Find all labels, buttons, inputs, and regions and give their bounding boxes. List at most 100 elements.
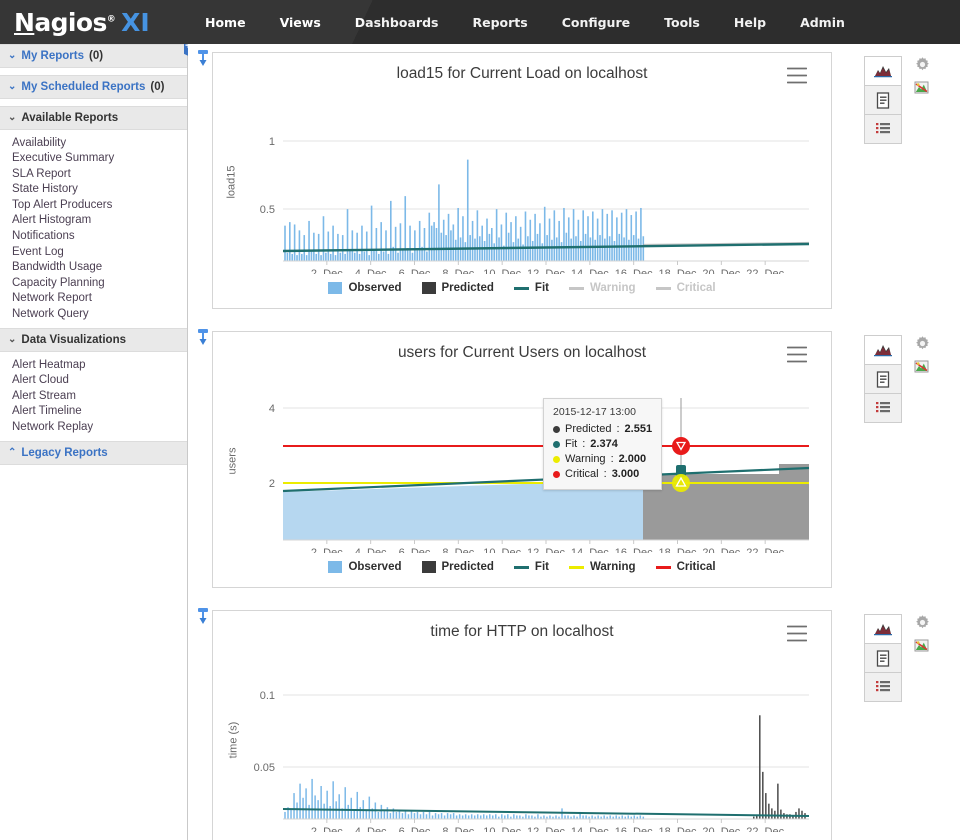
- settings-button[interactable]: [914, 614, 932, 632]
- critical-marker: [672, 437, 690, 455]
- sidebar-item-network-replay[interactable]: Network Replay: [12, 420, 187, 436]
- legend-item-observed[interactable]: Observed: [328, 282, 401, 294]
- plot-area: time (s) 0.05 0.1: [213, 643, 831, 836]
- legend-item-critical[interactable]: Critical: [656, 282, 716, 294]
- sidebar-section-data-visualizations[interactable]: ⌄ Data Visualizations: [0, 328, 187, 352]
- action-icon-stack: [914, 335, 936, 383]
- registered-mark: ®: [107, 14, 115, 24]
- sidebar-item-availability[interactable]: Availability: [12, 135, 187, 151]
- list-view-button[interactable]: [864, 114, 902, 144]
- report-panel-row: users for Current Users on localhost use…: [212, 331, 960, 588]
- sidebar-item-network-query[interactable]: Network Query: [12, 307, 187, 323]
- sidebar-item-alert-histogram[interactable]: Alert Histogram: [12, 213, 187, 229]
- graph-icon: [874, 64, 892, 78]
- pin-icon[interactable]: [195, 607, 211, 625]
- legend-item-fit[interactable]: Fit: [514, 282, 549, 294]
- report-view-button[interactable]: [864, 643, 902, 673]
- svg-text:0.05: 0.05: [254, 762, 275, 774]
- legend-label: Predicted: [442, 282, 494, 294]
- export-image-button[interactable]: [914, 359, 932, 377]
- sidebar-section-available-reports[interactable]: ⌄ Available Reports: [0, 106, 187, 130]
- svg-text:18. Dec: 18. Dec: [659, 547, 697, 553]
- sidebar-section-label: Available Reports: [21, 112, 118, 124]
- svg-text:12. Dec: 12. Dec: [527, 268, 565, 274]
- sidebar-item-alert-cloud[interactable]: Alert Cloud: [12, 373, 187, 389]
- pin-icon[interactable]: [195, 328, 211, 346]
- chevron-down-icon: ⌄: [8, 51, 16, 61]
- graph-view-button[interactable]: [864, 335, 902, 365]
- sidebar-item-alert-timeline[interactable]: Alert Timeline: [12, 404, 187, 420]
- sidebar-item-event-log[interactable]: Event Log: [12, 244, 187, 260]
- legend-label: Fit: [535, 561, 549, 573]
- sidebar-item-alert-stream[interactable]: Alert Stream: [12, 388, 187, 404]
- chart-title: load15 for Current Load on localhost: [213, 53, 831, 85]
- legend-swatch-predicted: [422, 282, 436, 294]
- legend-item-predicted[interactable]: Predicted: [422, 561, 494, 573]
- chart-image-icon: [914, 80, 931, 96]
- svg-text:10. Dec: 10. Dec: [483, 826, 521, 832]
- legend-label: Critical: [677, 561, 716, 573]
- chart-title: users for Current Users on localhost: [213, 332, 831, 364]
- legend-item-warning[interactable]: Warning: [569, 561, 636, 573]
- legend-label: Predicted: [442, 561, 494, 573]
- settings-button[interactable]: [914, 335, 932, 353]
- nav-item-tools[interactable]: Tools: [647, 9, 717, 36]
- nav-item-help[interactable]: Help: [717, 9, 783, 36]
- graph-view-button[interactable]: [864, 56, 902, 86]
- legend-label: Warning: [590, 282, 636, 294]
- sidebar-item-sla-report[interactable]: SLA Report: [12, 166, 187, 182]
- graph-view-button[interactable]: [864, 614, 902, 644]
- sidebar-section-label: My Reports: [21, 50, 84, 62]
- legend-item-predicted[interactable]: Predicted: [422, 282, 494, 294]
- svg-text:2. Dec: 2. Dec: [311, 826, 343, 832]
- chart-panel-time: time for HTTP on localhost time (s) 0.05…: [212, 610, 832, 840]
- nav-item-dashboards[interactable]: Dashboards: [338, 9, 456, 36]
- sidebar-item-alert-heatmap[interactable]: Alert Heatmap: [12, 357, 187, 373]
- sidebar-item-capacity-planning[interactable]: Capacity Planning: [12, 275, 187, 291]
- export-image-button[interactable]: [914, 638, 932, 656]
- legend-item-observed[interactable]: Observed: [328, 561, 401, 573]
- nav-item-configure[interactable]: Configure: [545, 9, 647, 36]
- sidebar-section-my-reports[interactable]: ⌄ My Reports (0): [0, 44, 187, 68]
- sidebar-item-state-history[interactable]: State History: [12, 182, 187, 198]
- y-axis-label: users: [226, 447, 238, 474]
- sidebar-item-bandwidth-usage[interactable]: Bandwidth Usage: [12, 260, 187, 276]
- report-view-button[interactable]: [864, 364, 902, 394]
- legend-item-critical[interactable]: Critical: [656, 561, 716, 573]
- nav-item-reports[interactable]: Reports: [455, 9, 544, 36]
- nav-item-admin[interactable]: Admin: [783, 9, 862, 36]
- settings-button[interactable]: [914, 56, 932, 74]
- nav-item-views[interactable]: Views: [263, 9, 338, 36]
- x-axis: 2. Dec4. Dec6. Dec8. Dec10. Dec12. Dec14…: [283, 540, 809, 553]
- report-view-button[interactable]: [864, 85, 902, 115]
- chevron-down-icon: ⌄: [8, 335, 16, 345]
- report-panel-row: time for HTTP on localhost time (s) 0.05…: [212, 610, 960, 840]
- brand-logo[interactable]: Nagios® XI: [0, 8, 188, 37]
- svg-text:16. Dec: 16. Dec: [615, 268, 653, 274]
- nav-item-home[interactable]: Home: [188, 9, 263, 36]
- legend-item-warning[interactable]: Warning: [569, 282, 636, 294]
- sidebar-item-notifications[interactable]: Notifications: [12, 229, 187, 245]
- svg-text:18. Dec: 18. Dec: [659, 826, 697, 832]
- legend-item-fit[interactable]: Fit: [514, 561, 549, 573]
- graph-icon: [874, 622, 892, 636]
- legend-label: Warning: [590, 561, 636, 573]
- sidebar-section-legacy-reports[interactable]: ⌃ Legacy Reports: [0, 441, 187, 465]
- list-view-button[interactable]: [864, 672, 902, 702]
- sidebar-section-label: Legacy Reports: [21, 447, 107, 459]
- y-axis: 0.05 0.1: [254, 690, 809, 774]
- sidebar-item-executive-summary[interactable]: Executive Summary: [12, 151, 187, 167]
- chart-legend: Observed Predicted Fit: [213, 836, 831, 840]
- export-image-button[interactable]: [914, 80, 932, 98]
- gear-icon: [914, 614, 931, 631]
- sidebar-item-top-alert-producers[interactable]: Top Alert Producers: [12, 197, 187, 213]
- chart-image-icon: [914, 359, 931, 375]
- pin-icon[interactable]: [195, 49, 211, 67]
- list-icon: [875, 680, 891, 694]
- legend-label: Observed: [348, 282, 401, 294]
- sidebar-item-network-report[interactable]: Network Report: [12, 291, 187, 307]
- legend-label: Observed: [348, 561, 401, 573]
- sidebar-section-my-scheduled-reports[interactable]: ⌄ My Scheduled Reports (0): [0, 75, 187, 99]
- list-view-button[interactable]: [864, 393, 902, 423]
- svg-text:22. Dec: 22. Dec: [746, 547, 784, 553]
